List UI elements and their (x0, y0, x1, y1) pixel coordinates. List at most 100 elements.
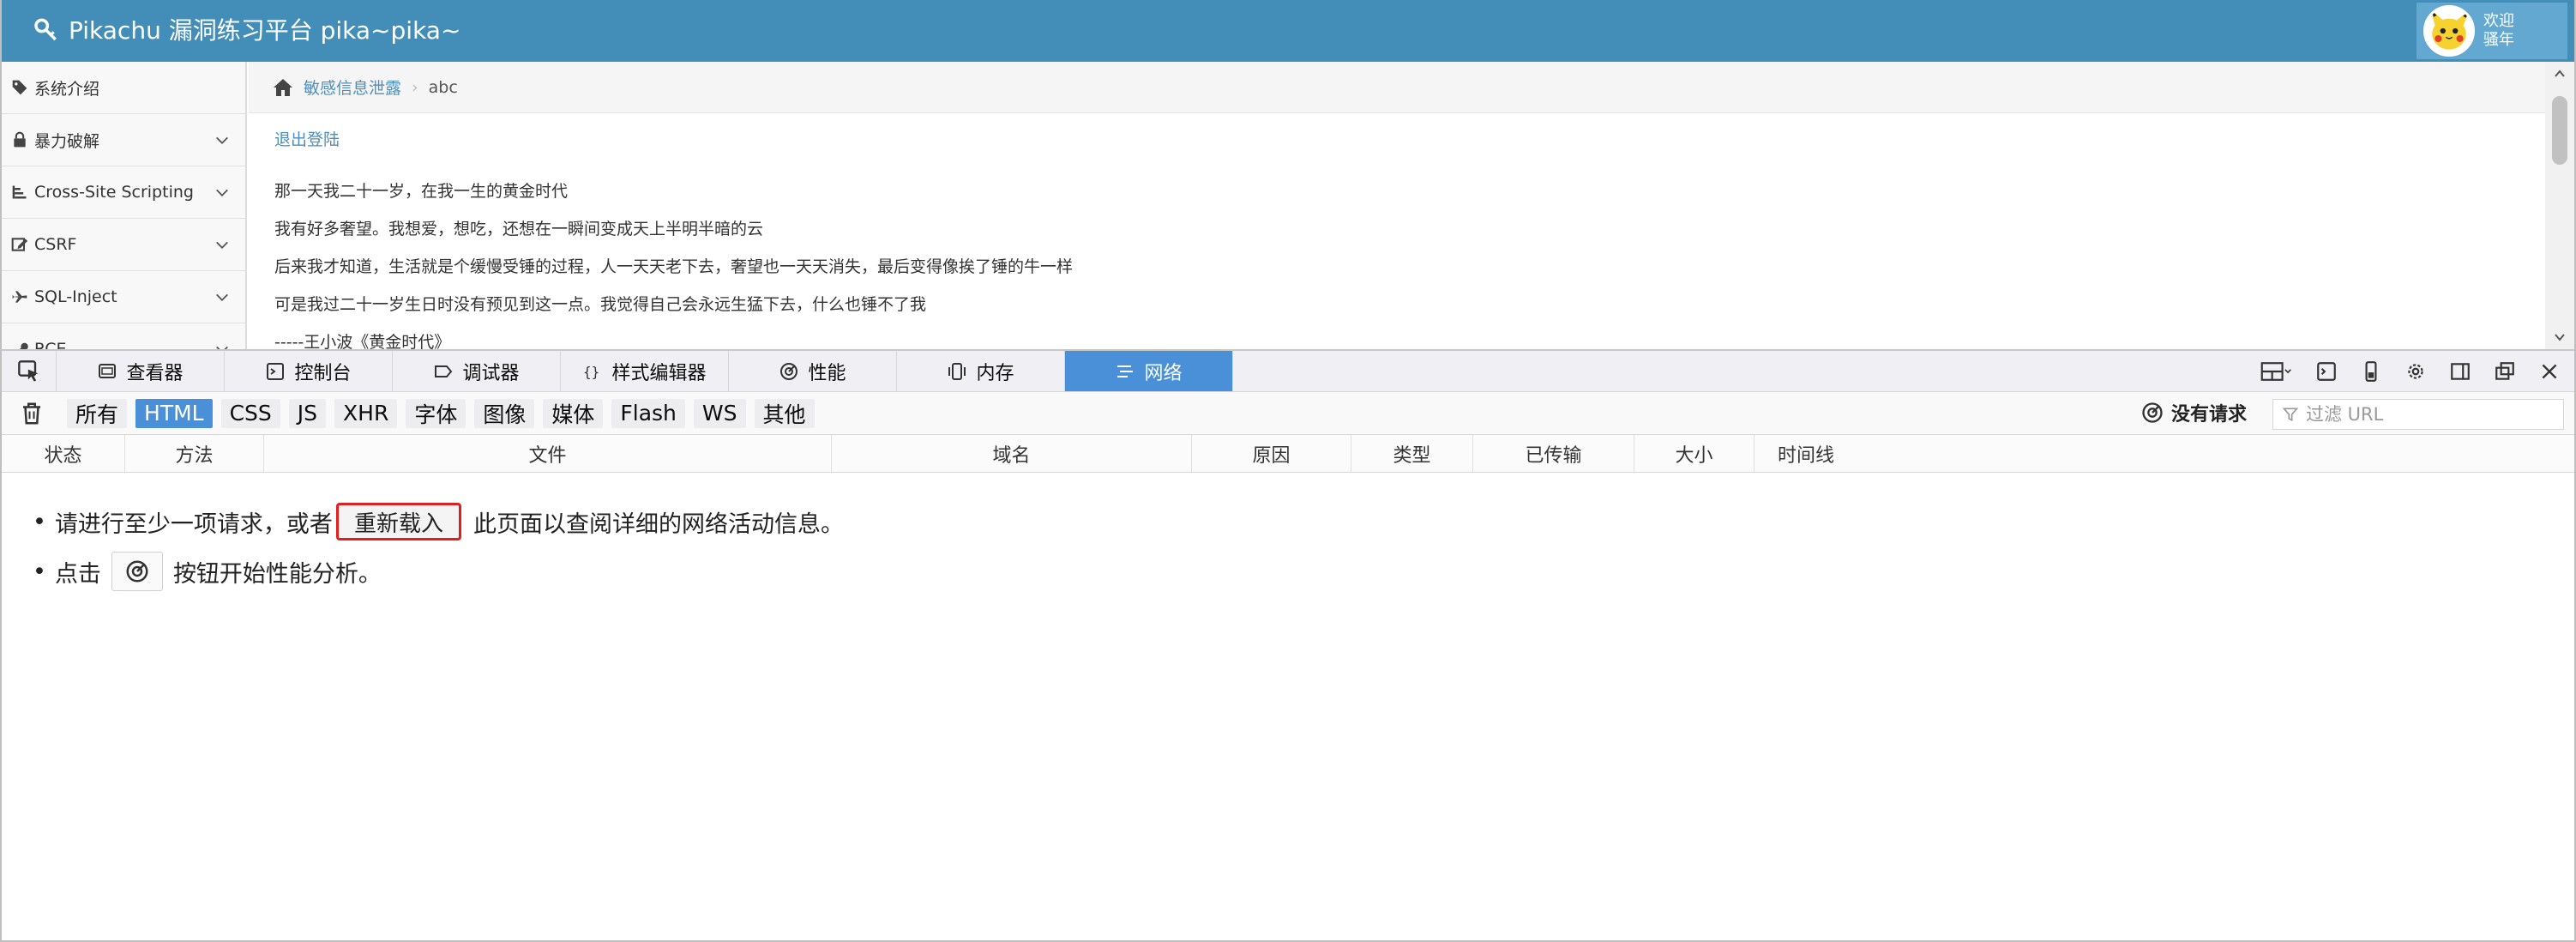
tab-memory[interactable]: 内存 (897, 351, 1065, 391)
dock-side-icon[interactable] (2449, 360, 2471, 383)
lock-icon (10, 130, 29, 149)
tab-performance[interactable]: 性能 (729, 351, 897, 391)
performance-icon (2142, 402, 2163, 423)
site-brand[interactable]: Pikachu 漏洞练习平台 pika~pika~ (33, 12, 460, 46)
sidebar-item-csrf[interactable]: CSRF (2, 219, 245, 271)
web-page: Pikachu 漏洞练习平台 pika~pika~ 欢迎 骚年 系统介绍 暴力破… (0, 0, 2576, 349)
responsive-design-icon[interactable] (2360, 360, 2382, 383)
filter-url-box[interactable] (2272, 399, 2564, 430)
settings-icon[interactable] (2404, 360, 2427, 383)
sidebar-item-label: CSRF (34, 235, 77, 254)
request-table-header: 状态 方法 文件 域名 原因 类型 已传输 大小 时间线 (2, 435, 2574, 473)
column-transferred[interactable]: 已传输 (1473, 435, 1634, 473)
site-title: Pikachu 漏洞练习平台 pika~pika~ (69, 16, 461, 45)
filter-ws[interactable]: WS (693, 398, 746, 428)
filter-css[interactable]: CSS (220, 398, 280, 428)
filter-all[interactable]: 所有 (67, 398, 128, 428)
element-picker-button[interactable] (2, 351, 57, 391)
trash-icon[interactable] (19, 401, 45, 426)
welcome-text: 欢迎 骚年 (2483, 12, 2514, 49)
performance-icon (126, 560, 148, 583)
breadcrumb-section-link[interactable]: 敏感信息泄露 (304, 75, 401, 99)
notice-line-reload: • 请进行至少一项请求，或者 重新载入 此页面以查阅详细的网络活动信息。 (33, 497, 844, 546)
sidebar-item-label: RCE (34, 340, 67, 349)
poem-line: 可是我过二十一岁生日时没有预见到这一点。我觉得自己会永远生猛下去，什么也锤不了我 (274, 295, 927, 314)
filter-flash[interactable]: Flash (611, 398, 685, 428)
filter-url-input[interactable] (2306, 404, 2555, 425)
filter-other[interactable]: 其他 (754, 398, 815, 428)
filter-fonts[interactable]: 字体 (406, 398, 466, 428)
scroll-down-icon[interactable] (2553, 330, 2567, 344)
sidebar-item-sqli[interactable]: SQL-Inject (2, 271, 245, 323)
home-icon[interactable] (273, 77, 293, 98)
element-picker-icon (17, 359, 38, 382)
poem-line: 我有好多奢望。我想爱，想吃，还想在一瞬间变成天上半明半暗的云 (274, 220, 764, 239)
sidebar-item-label: 系统介绍 (34, 79, 100, 99)
column-status[interactable]: 状态 (2, 435, 125, 473)
filter-html[interactable]: HTML (135, 398, 213, 428)
network-toolbar: 所有 HTML CSS JS XHR 字体 图像 媒体 Flash WS 其他 … (2, 392, 2574, 435)
tab-label: 样式编辑器 (611, 362, 707, 384)
chevron-down-icon (216, 346, 228, 349)
key-icon (34, 18, 57, 41)
sidebar-item-label: SQL-Inject (34, 287, 117, 306)
bullet: • (33, 508, 46, 535)
notice-text: 点击 (54, 560, 101, 588)
network-icon (1117, 365, 1134, 377)
plane-icon (10, 287, 29, 306)
notice-text: 按钮开始性能分析。 (172, 560, 382, 588)
column-file[interactable]: 文件 (264, 435, 832, 473)
chevron-down-icon (216, 189, 228, 196)
debugger-icon (435, 365, 453, 377)
tree-icon (10, 183, 29, 202)
undock-window-icon[interactable] (2494, 360, 2516, 383)
sidebar-item-xss[interactable]: Cross-Site Scripting (2, 166, 245, 219)
tab-debugger[interactable]: 调试器 (393, 351, 561, 391)
scroll-up-icon[interactable] (2553, 67, 2567, 81)
scrollbar-thumb[interactable] (2552, 96, 2567, 165)
tab-label: 查看器 (126, 362, 184, 384)
logout-link[interactable]: 退出登陆 (274, 127, 340, 150)
reload-button[interactable]: 重新载入 (335, 503, 461, 540)
column-domain[interactable]: 域名 (832, 435, 1192, 473)
column-cause[interactable]: 原因 (1192, 435, 1351, 473)
column-type[interactable]: 类型 (1351, 435, 1473, 473)
notice-text: 此页面以查阅详细的网络活动信息。 (472, 510, 844, 538)
user-menu[interactable]: 欢迎 骚年 (2417, 3, 2567, 59)
filter-media[interactable]: 媒体 (543, 398, 604, 428)
sidebar-item-label: 暴力破解 (34, 131, 100, 151)
tab-console[interactable]: 控制台 (225, 351, 393, 391)
sidebar-item-intro[interactable]: 系统介绍 (2, 62, 245, 114)
tab-style-editor[interactable]: {} 样式编辑器 (561, 351, 729, 391)
sidebar-item-rce[interactable]: RCE (2, 323, 245, 349)
devtools-window-controls (2259, 351, 2574, 392)
column-method[interactable]: 方法 (125, 435, 264, 473)
column-timeline[interactable]: 时间线 (1754, 435, 1857, 473)
tab-network[interactable]: 网络 (1065, 351, 1233, 391)
main-content: 敏感信息泄露 › abc 退出登陆 那一天我二十一岁，在我一生的黄金时代 我有好… (249, 62, 2545, 349)
tab-inspector[interactable]: 查看器 (57, 351, 225, 391)
page-scrollbar[interactable] (2545, 62, 2574, 349)
tab-label: 控制台 (294, 362, 352, 384)
svg-text:{}: {} (583, 364, 599, 380)
sidebar: 系统介绍 暴力破解 Cross-Site Scripting CSRF SQL-… (2, 62, 247, 349)
start-performance-button[interactable] (111, 552, 163, 591)
filter-xhr[interactable]: XHR (334, 398, 398, 428)
column-size[interactable]: 大小 (1634, 435, 1754, 473)
split-console-icon[interactable] (2315, 360, 2338, 383)
sidebar-item-bruteforce[interactable]: 暴力破解 (2, 114, 245, 166)
chevron-down-icon (216, 293, 228, 301)
wrench-icon (10, 340, 29, 349)
filter-images[interactable]: 图像 (474, 398, 535, 428)
status-text: 没有请求 (2170, 404, 2247, 426)
layout-toggle-icon[interactable] (2259, 360, 2293, 383)
filter-icon (2282, 408, 2299, 422)
tab-label: 调试器 (462, 362, 520, 384)
filter-js[interactable]: JS (288, 398, 327, 428)
close-icon[interactable] (2538, 360, 2561, 383)
tab-label: 网络 (1144, 362, 1183, 384)
site-header: Pikachu 漏洞练习平台 pika~pika~ 欢迎 骚年 (2, 0, 2574, 62)
empty-notice: • 请进行至少一项请求，或者 重新载入 此页面以查阅详细的网络活动信息。 • 点… (33, 497, 844, 596)
tab-label: 内存 (976, 362, 1014, 384)
breadcrumb: 敏感信息泄露 › abc (249, 62, 2545, 113)
